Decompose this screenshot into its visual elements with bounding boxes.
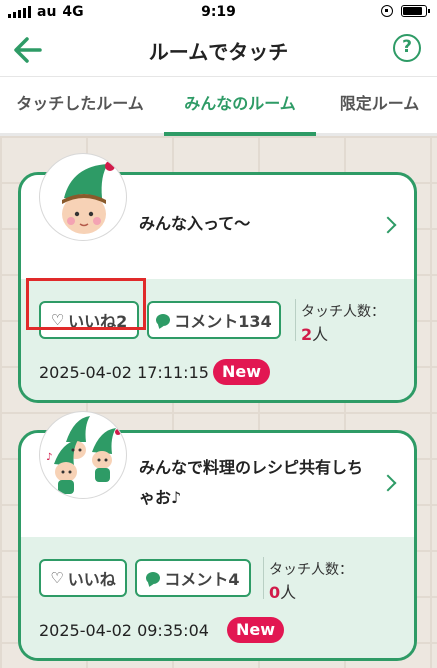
room-card-header[interactable]: みんな入って〜 — [21, 153, 414, 279]
room-list: みんな入って〜 ♡ いいね 2 コメント134 タッチ人数： 2人 2025-04… — [0, 136, 437, 668]
status-right — [381, 5, 430, 17]
tab-touched-rooms[interactable]: タッチしたルーム — [0, 77, 160, 133]
touch-count: 0人 — [269, 579, 296, 603]
chevron-right-icon — [379, 474, 397, 492]
like-button[interactable]: ♡ いいね — [39, 559, 127, 597]
comment-button[interactable]: コメント4 — [135, 559, 251, 597]
room-card-footer: ♡ いいね コメント4 タッチ人数： 0人 2025-04-02 09:35:0… — [21, 537, 414, 658]
new-badge: New — [213, 359, 271, 385]
page-title: ルームでタッチ — [148, 40, 289, 64]
divider — [295, 299, 296, 341]
new-badge: New — [227, 617, 285, 643]
svg-text:♪: ♪ — [46, 452, 52, 463]
touch-count-label: タッチ人数： — [269, 562, 353, 578]
status-time: 9:19 — [201, 4, 236, 20]
divider — [263, 557, 264, 599]
touch-count-value: 2 — [301, 325, 313, 344]
room-avatar — [39, 153, 127, 241]
comment-button[interactable]: コメント134 — [147, 301, 281, 339]
comment-label: コメント4 — [164, 570, 240, 589]
elf-avatar-icon — [62, 161, 115, 234]
elf-group-avatar-icon: ♪ — [46, 416, 121, 494]
room-card-header[interactable]: ♪ みんなで料理のレシピ共有しち ゃお♪ — [21, 411, 414, 537]
touch-count-label: タッチ人数： — [301, 304, 385, 320]
room-timestamp: 2025-04-02 09:35:04 — [39, 621, 209, 640]
room-timestamp: 2025-04-02 17:11:15 — [39, 363, 209, 382]
battery-icon — [401, 5, 430, 17]
room-title-line-1: みんなで料理のレシピ共有しち — [139, 458, 364, 477]
touch-count: 2人 — [301, 321, 328, 345]
comment-label: コメント134 — [174, 312, 272, 331]
room-title-line-2: ゃお♪ — [139, 488, 182, 507]
room-card[interactable]: ♪ みんなで料理のレシピ共有しち ゃお♪ ♡ いいね コメント4 タッチ人数： … — [18, 411, 417, 661]
touch-count-unit: 人 — [312, 325, 329, 344]
touch-count-unit: 人 — [280, 583, 297, 602]
room-avatar: ♪ — [39, 411, 127, 499]
tab-limited-rooms[interactable]: 限定ルーム — [322, 77, 437, 133]
orientation-lock-icon — [381, 5, 393, 17]
comment-bubble-icon — [156, 314, 171, 326]
navigation-bar: ルームでタッチ ? — [0, 24, 437, 77]
highlight-box — [26, 278, 146, 330]
tab-everyones-rooms[interactable]: みんなのルーム — [164, 77, 316, 136]
tab-bar: タッチしたルーム みんなのルーム 限定ルーム — [0, 77, 437, 136]
touch-count-value: 0 — [269, 583, 281, 602]
comment-bubble-icon — [146, 572, 161, 584]
like-label: いいね — [67, 570, 116, 589]
status-bar: au 4G 9:19 — [0, 0, 437, 24]
heart-icon: ♡ — [50, 569, 64, 587]
room-title: みんな入って〜 — [139, 214, 251, 233]
help-button[interactable]: ? — [393, 34, 421, 62]
chevron-right-icon — [379, 216, 397, 234]
